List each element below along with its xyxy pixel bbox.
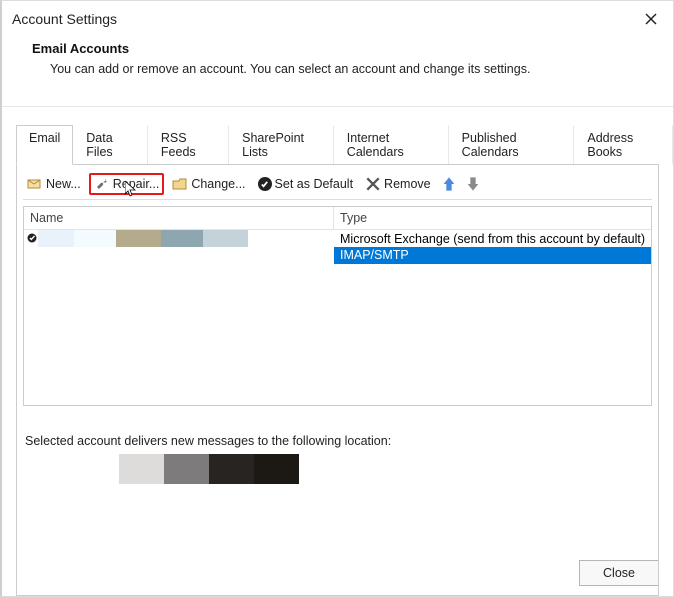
remove-button[interactable]: Remove bbox=[361, 174, 435, 194]
account-name-cell bbox=[38, 230, 334, 247]
account-type-cell: Microsoft Exchange (send from this accou… bbox=[334, 232, 651, 246]
location-swatch bbox=[254, 454, 299, 484]
column-name[interactable]: Name bbox=[24, 207, 334, 229]
tab-panel-email: New... Repair... Change... bbox=[16, 164, 659, 596]
close-icon[interactable] bbox=[639, 7, 663, 31]
tab-email[interactable]: Email bbox=[16, 125, 73, 165]
wrench-icon bbox=[94, 176, 110, 192]
location-swatch bbox=[209, 454, 254, 484]
new-label: New... bbox=[46, 177, 81, 191]
change-button[interactable]: Change... bbox=[168, 174, 249, 194]
delete-x-icon bbox=[365, 176, 381, 192]
delivery-location-swatches bbox=[23, 454, 652, 484]
envelope-new-icon bbox=[27, 176, 43, 192]
repair-label: Repair... bbox=[113, 177, 160, 191]
column-type[interactable]: Type bbox=[334, 207, 651, 229]
header-subtitle: You can add or remove an account. You ca… bbox=[32, 62, 653, 76]
move-up-button[interactable] bbox=[439, 174, 459, 194]
account-row[interactable]: Microsoft Exchange (send from this accou… bbox=[24, 230, 651, 247]
change-label: Change... bbox=[191, 177, 245, 191]
remove-label: Remove bbox=[384, 177, 431, 191]
header-title: Email Accounts bbox=[32, 41, 653, 56]
tab-address-books[interactable]: Address Books bbox=[574, 125, 673, 165]
account-name-cell bbox=[38, 247, 334, 264]
delivery-location-label: Selected account delivers new messages t… bbox=[23, 424, 652, 454]
tabstrip: EmailData FilesRSS FeedsSharePoint Lists… bbox=[2, 107, 673, 165]
default-account-check-icon bbox=[24, 232, 38, 246]
account-type-cell: IMAP/SMTP bbox=[334, 247, 651, 264]
header-block: Email Accounts You can add or remove an … bbox=[2, 33, 673, 107]
tab-published-calendars[interactable]: Published Calendars bbox=[449, 125, 575, 165]
arrow-up-icon bbox=[441, 176, 457, 192]
repair-button[interactable]: Repair... bbox=[89, 173, 165, 195]
window-title: Account Settings bbox=[12, 11, 117, 27]
check-circle-icon bbox=[258, 177, 272, 191]
tab-internet-calendars[interactable]: Internet Calendars bbox=[334, 125, 449, 165]
tab-rss-feeds[interactable]: RSS Feeds bbox=[148, 125, 229, 165]
tab-data-files[interactable]: Data Files bbox=[73, 125, 148, 165]
folder-change-icon bbox=[172, 176, 188, 192]
toolbar: New... Repair... Change... bbox=[23, 171, 652, 200]
tab-sharepoint-lists[interactable]: SharePoint Lists bbox=[229, 125, 334, 165]
titlebar: Account Settings bbox=[2, 1, 673, 33]
account-row[interactable]: IMAP/SMTP bbox=[24, 247, 651, 264]
move-down-button[interactable] bbox=[463, 174, 483, 194]
location-swatch bbox=[119, 454, 164, 484]
new-button[interactable]: New... bbox=[23, 174, 85, 194]
accounts-list: Name Type Microsoft Exchange (send from … bbox=[23, 206, 652, 406]
location-swatch bbox=[164, 454, 209, 484]
list-header: Name Type bbox=[24, 207, 651, 230]
set-default-label: Set as Default bbox=[275, 177, 354, 191]
arrow-down-icon bbox=[465, 176, 481, 192]
set-default-button[interactable]: Set as Default bbox=[254, 175, 358, 193]
account-settings-window: Account Settings Email Accounts You can … bbox=[0, 0, 674, 597]
